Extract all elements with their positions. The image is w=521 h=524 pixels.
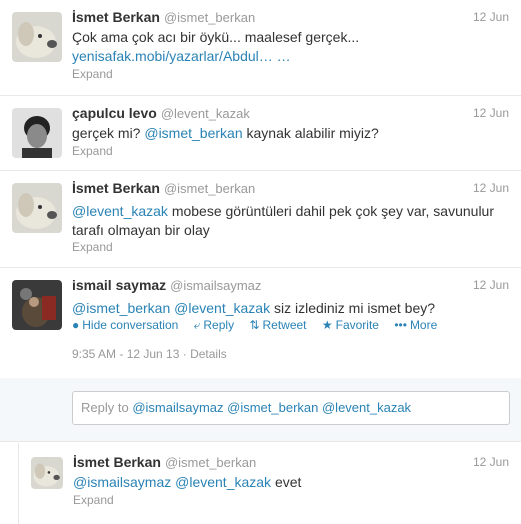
expand-link[interactable]: Expand — [72, 144, 113, 158]
more-dots-icon: ••• — [394, 318, 407, 332]
text-segment: siz izlediniz mi ismet bey? — [270, 300, 436, 316]
mention-link[interactable]: @ismet_berkan — [72, 300, 170, 316]
tweet-3[interactable]: İsmet Berkan @ismet_berkan 12 Jun @levent… — [0, 171, 521, 268]
hide-conversation-label: Hide conversation — [82, 318, 179, 332]
tweet-time[interactable]: 12 Jun — [473, 106, 509, 120]
avatar-dog-small[interactable] — [31, 457, 63, 489]
tweet-1[interactable]: İsmet Berkan @ismet_berkan 12 Jun Çok ama… — [0, 0, 521, 96]
fullname[interactable]: çapulcu levo — [72, 105, 157, 121]
expand-link[interactable]: Expand — [72, 240, 113, 254]
tweet-text: gerçek mi? @ismet_berkan kaynak alabilir… — [72, 124, 509, 143]
text-segment: kaynak alabilir miyiz? — [242, 125, 379, 141]
dog-avatar-image — [12, 183, 62, 233]
tweet-text: @ismailsaymaz @levent_kazak evet — [73, 473, 509, 492]
mention-link[interactable]: @levent_kazak — [174, 300, 270, 316]
tweet-actions: ● Hide conversation ⤶ Reply ⇅ Retweet ★ Favo… — [72, 318, 449, 333]
dog-avatar-image — [31, 457, 63, 489]
favorite-button[interactable]: ★ Favorite — [322, 318, 379, 332]
more-label: More — [409, 318, 438, 332]
avatar-levo[interactable] — [12, 108, 62, 158]
tweet-timestamp-details[interactable]: 9:35 AM - 12 Jun 13 · Details — [72, 347, 227, 361]
star-icon: ★ — [321, 318, 333, 332]
reply-prefix: Reply to — [81, 400, 133, 415]
text-segment: gerçek mi? — [72, 125, 145, 141]
expand-link[interactable]: Expand — [72, 67, 113, 81]
fullname[interactable]: İsmet Berkan — [73, 454, 161, 470]
retweet-label: Retweet — [262, 318, 307, 332]
reply-area: Reply to @ismailsaymaz @ismet_berkan @le… — [0, 378, 521, 442]
tweet-text-line: Çok ama çok acı bir öykü... maalesef ger… — [72, 29, 360, 45]
conversation-reply[interactable]: İsmet Berkan @ismet_berkan 12 Jun @ismail… — [18, 443, 521, 524]
reply-input[interactable]: Reply to @ismailsaymaz @ismet_berkan @le… — [72, 391, 510, 425]
speech-bubble-icon: ● — [72, 318, 80, 332]
hide-conversation-button[interactable]: ● Hide conversation — [72, 318, 178, 332]
username[interactable]: @ismailsaymaz — [170, 278, 261, 293]
tweet-text: Çok ama çok acı bir öykü... maalesef ger… — [72, 28, 509, 66]
username[interactable]: @ismet_berkan — [164, 181, 255, 196]
tweet-time[interactable]: 12 Jun — [473, 10, 509, 24]
expand-link[interactable]: Expand — [73, 493, 114, 507]
person-avatar-image — [12, 108, 62, 158]
fullname[interactable]: ismail saymaz — [72, 277, 166, 293]
fullname[interactable]: İsmet Berkan — [72, 180, 160, 196]
tweet-header: İsmet Berkan @ismet_berkan 12 Jun — [72, 9, 509, 27]
mention-link[interactable]: @ismailsaymaz — [73, 474, 171, 490]
tweet-header: İsmet Berkan @ismet_berkan 12 Jun — [73, 454, 509, 472]
tweet-text: @ismet_berkan @levent_kazak siz izledini… — [72, 299, 509, 318]
tweet-time[interactable]: 12 Jun — [473, 455, 509, 469]
reply-arrow-icon: ⤶ — [193, 318, 201, 332]
avatar-ismail[interactable] — [12, 280, 62, 330]
reply-button[interactable]: ⤶ Reply — [194, 318, 234, 332]
reply-label: Reply — [203, 318, 235, 332]
retweet-button[interactable]: ⇅ Retweet — [249, 318, 306, 332]
tweet-text: @levent_kazak mobese görüntüleri dahil p… — [72, 202, 509, 240]
mention-link[interactable]: @levent_kazak — [72, 203, 168, 219]
tweet-link[interactable]: yenisafak.mobi/yazarlar/Abdul… — [72, 48, 273, 64]
tweet-header: İsmet Berkan @ismet_berkan 12 Jun — [72, 180, 509, 198]
retweet-icon: ⇅ — [249, 318, 260, 332]
mention-link[interactable]: @levent_kazak — [175, 474, 271, 490]
favorite-label: Favorite — [335, 318, 379, 332]
username[interactable]: @ismet_berkan — [164, 10, 255, 25]
tweet-header: ismail saymaz @ismailsaymaz 12 Jun — [72, 277, 509, 295]
tweet-time[interactable]: 12 Jun — [473, 181, 509, 195]
tweet-2[interactable]: çapulcu levo @levent_kazak 12 Jun gerçek … — [0, 96, 521, 171]
mention-link[interactable]: @ismet_berkan — [144, 125, 242, 141]
tweet-time[interactable]: 12 Jun — [473, 278, 509, 292]
avatar-dog[interactable] — [12, 183, 62, 233]
avatar-dog[interactable] — [12, 12, 62, 62]
reply-mentions: @ismailsaymaz @ismet_berkan @levent_kaza… — [132, 400, 412, 415]
text-segment: evet — [271, 474, 302, 490]
dog-avatar-image — [12, 12, 62, 62]
username[interactable]: @levent_kazak — [161, 106, 250, 121]
person-avatar-image — [12, 280, 62, 330]
more-button[interactable]: ••• More — [394, 318, 437, 332]
tweet-header: çapulcu levo @levent_kazak 12 Jun — [72, 105, 509, 123]
fullname[interactable]: İsmet Berkan — [72, 9, 160, 25]
username[interactable]: @ismet_berkan — [165, 455, 256, 470]
tweet-link-suffix: … — [272, 48, 291, 64]
